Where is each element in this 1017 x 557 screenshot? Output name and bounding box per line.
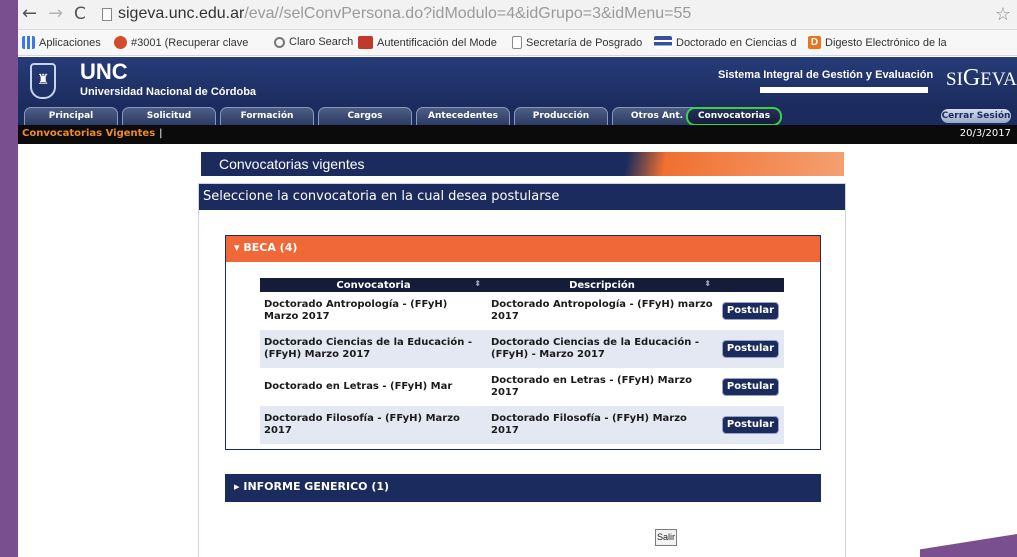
action-cell: Postular (717, 368, 784, 406)
tab-solicitud[interactable]: Solicitud (122, 107, 216, 125)
postular-button[interactable]: Postular (721, 340, 780, 358)
bookmark-apps[interactable]: Aplicaciones (22, 36, 101, 49)
bookmark-claro-search[interactable]: Claro Search (274, 36, 353, 48)
beca-section-header[interactable]: ▾ BECA (4) (226, 236, 820, 262)
address-bar-area: ← → C sigeva.unc.edu.ar/eva//selConvPers… (18, 0, 1017, 30)
table-row: Doctorado Filosofía - (FFyH) Marzo 2017 … (260, 406, 784, 444)
site-logo[interactable]: UNC (80, 59, 128, 85)
section-banner: Convocatorias vigentes (201, 152, 844, 176)
column-header-convocatoria[interactable]: Convocatoria ⬍ (260, 278, 487, 292)
informe-section-label: INFORME GENERICO (1) (243, 480, 390, 493)
sort-icon: ⬍ (704, 279, 711, 288)
informe-section-header[interactable]: ▸ INFORME GENERICO (1) (226, 475, 820, 501)
sigeva-logo: SIGEVA (946, 65, 1017, 91)
bookmark-star-icon[interactable]: ☆ (995, 4, 1011, 25)
bug-icon (114, 36, 127, 49)
url-path: /eva//selConvPersona.do?idModulo=4&idGru… (244, 5, 692, 22)
convocatorias-table: Convocatoria ⬍ Descripción ⬍ Doctorado Ant… (260, 278, 784, 444)
logout-button[interactable]: Cerrar Sesión (941, 109, 1011, 123)
postular-button[interactable]: Postular (721, 302, 780, 320)
tab-convocatorias[interactable]: Convocatorias (686, 107, 782, 126)
salir-button[interactable]: Salir (655, 529, 677, 546)
table-row: Doctorado en Letras - (FFyH) Mar Doctora… (260, 368, 784, 406)
descripcion-cell: Doctorado Ciencias de la Educación - (FF… (487, 330, 717, 368)
bookmark-secretaria[interactable]: Secretaría de Posgrado (512, 36, 642, 49)
postular-button[interactable]: Postular (721, 416, 780, 434)
action-cell: Postular (717, 330, 784, 368)
table-row: Doctorado Ciencias de la Educación - (FF… (260, 330, 784, 368)
table-row: Doctorado Antropología - (FFyH) Marzo 20… (260, 292, 784, 330)
descripcion-cell: Doctorado en Letras - (FFyH) Marzo 2017 (491, 375, 692, 398)
convocatoria-cell: Doctorado en Letras - (FFyH) Mar (264, 381, 453, 392)
convocatoria-cell: Doctorado Ciencias de la Educación - (FF… (260, 330, 487, 368)
table-header-row: Convocatoria ⬍ Descripción ⬍ (260, 278, 784, 292)
beca-section-body: Convocatoria ⬍ Descripción ⬍ Doctorado Ant… (226, 262, 820, 449)
browser-window: ← → C sigeva.unc.edu.ar/eva//selConvPers… (18, 0, 1017, 557)
university-name: Universidad Nacional de Córdoba (80, 86, 257, 98)
banner-title: Convocatorias vigentes (219, 156, 365, 172)
beca-section: ▾ BECA (4) Convocatoria ⬍ Descripción ⬍ Do… (225, 235, 821, 450)
bookmarks-bar: Aplicaciones #3001 (Recuperar clave Clar… (18, 30, 1017, 56)
convocatoria-cell: Doctorado Antropología - (FFyH) Marzo 20… (264, 299, 448, 322)
mail-icon (358, 36, 373, 49)
system-name: Sistema Integral de Gestión y Evaluación (718, 69, 934, 81)
redacted-user-name (760, 87, 928, 93)
digesto-logo-icon: D (808, 36, 821, 49)
tab-produccion[interactable]: Producción (514, 107, 608, 125)
action-cell: Postular (717, 292, 784, 330)
descripcion-cell: Doctorado Filosofía - (FFyH) Marzo 2017 (487, 406, 717, 444)
bookmark-doctorado[interactable]: Doctorado en Ciencias d (654, 36, 796, 49)
breadcrumb: Convocatorias Vigentes | (22, 128, 163, 139)
site-header: ♜ UNC Universidad Nacional de Córdoba Si… (18, 57, 1017, 107)
breadcrumb-separator: | (159, 128, 163, 139)
main-tabs: Principal Solicitud Formación Cargos Ant… (18, 107, 1017, 126)
tab-principal[interactable]: Principal (24, 107, 118, 125)
informe-generico-section: ▸ INFORME GENERICO (1) (225, 474, 821, 502)
posgrado-logo-icon (654, 36, 672, 49)
panel-title: Seleccione la convocatoria en la cual de… (199, 184, 845, 210)
bookmark-digesto[interactable]: D Digesto Electrónico de la (808, 36, 947, 49)
status-bar: Convocatorias Vigentes | 20/3/2017 (18, 125, 1017, 144)
descripcion-cell: Doctorado Antropología - (FFyH) marzo 20… (491, 299, 713, 322)
document-icon (512, 36, 522, 49)
page-icon (102, 8, 112, 21)
back-arrow-icon[interactable]: ← (22, 4, 37, 24)
reload-icon[interactable]: C (74, 4, 86, 24)
url-input[interactable]: sigeva.unc.edu.ar/eva//selConvPersona.do… (118, 5, 691, 23)
bookmark-autentificacion[interactable]: Autentificación del Mode (358, 36, 497, 49)
apps-grid-icon (22, 36, 35, 49)
caret-down-icon: ▾ (234, 241, 244, 254)
search-icon (274, 36, 285, 48)
forward-arrow-icon[interactable]: → (48, 4, 63, 24)
convocatoria-cell: Doctorado Filosofía - (FFyH) Marzo 2017 (260, 406, 487, 444)
url-host: sigeva.unc.edu.ar (118, 5, 245, 22)
column-header-descripcion[interactable]: Descripción ⬍ (487, 278, 717, 292)
breadcrumb-current[interactable]: Convocatorias Vigentes (22, 128, 155, 139)
sort-icon: ⬍ (474, 279, 481, 288)
tab-cargos[interactable]: Cargos (318, 107, 412, 125)
bookmark-recuperar-clave[interactable]: #3001 (Recuperar clave (114, 36, 248, 49)
current-date: 20/3/2017 (959, 128, 1011, 139)
postular-button[interactable]: Postular (721, 378, 780, 396)
action-cell: Postular (717, 406, 784, 444)
beca-section-label: BECA (4) (243, 241, 298, 254)
caret-right-icon: ▸ (234, 480, 244, 493)
column-header-action (717, 278, 784, 292)
convocatorias-panel: Seleccione la convocatoria en la cual de… (198, 183, 846, 557)
tab-antecedentes[interactable]: Antecedentes (416, 107, 510, 125)
tab-formacion[interactable]: Formación (220, 107, 314, 125)
university-crest-icon: ♜ (30, 63, 56, 99)
